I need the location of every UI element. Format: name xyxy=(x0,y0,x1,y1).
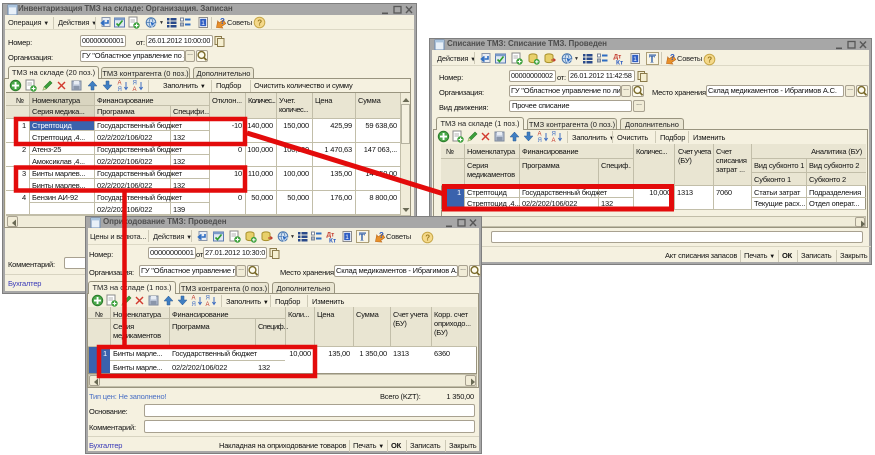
svg-text:Я: Я xyxy=(552,132,556,138)
svg-text:Кт: Кт xyxy=(329,238,336,244)
svg-text:А: А xyxy=(118,81,122,87)
svg-text:?: ? xyxy=(220,17,225,26)
svg-text:Я: Я xyxy=(133,81,137,87)
svg-text:Т: Т xyxy=(649,55,655,65)
svg-text:А: А xyxy=(552,138,556,143)
svg-text:?: ? xyxy=(257,19,262,28)
svg-text:Т: Т xyxy=(359,233,365,243)
svg-text:А: А xyxy=(538,132,542,138)
svg-text:?: ? xyxy=(379,231,384,240)
svg-text:Я: Я xyxy=(538,138,542,143)
svg-text:1: 1 xyxy=(345,234,349,241)
svg-text:?: ? xyxy=(425,234,430,243)
svg-text:1: 1 xyxy=(633,56,637,63)
svg-text:Я: Я xyxy=(206,296,210,302)
svg-text:?: ? xyxy=(670,53,675,62)
svg-text:А: А xyxy=(192,296,196,302)
svg-text:1: 1 xyxy=(201,20,205,27)
svg-text:Кт: Кт xyxy=(616,60,623,66)
svg-text:?: ? xyxy=(707,56,712,65)
